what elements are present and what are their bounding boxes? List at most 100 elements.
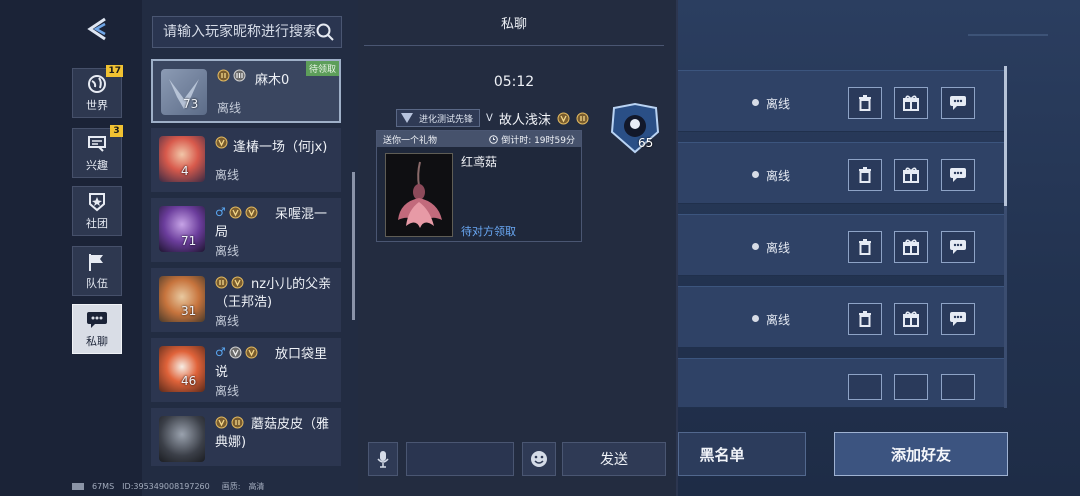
gift-icon — [903, 239, 919, 255]
friend-row[interactable]: 蘑菇皮皮（雅典娜) — [151, 408, 341, 466]
offline-dot-icon — [752, 243, 759, 250]
offline-dot-icon — [752, 99, 759, 106]
friend-row[interactable]: 71 ♂ 呆喔混一局 离线 — [151, 198, 341, 262]
title-badge-icon — [401, 113, 413, 123]
gift-button[interactable] — [894, 87, 928, 119]
friend-name: 逢椿一场（何jx) — [233, 140, 328, 155]
sender-avatar[interactable] — [608, 102, 662, 154]
gift-button[interactable] — [894, 159, 928, 191]
nav-interest-label: 兴趣 — [86, 158, 108, 172]
message-button[interactable] — [941, 87, 975, 119]
chat-bubble-icon — [950, 312, 966, 326]
send-button[interactable]: 发送 — [562, 442, 666, 476]
delete-button[interactable] — [848, 159, 882, 191]
message-button[interactable] — [941, 374, 975, 400]
friend-name: 麻木0 — [255, 73, 290, 88]
blacklist-button[interactable]: 黑名单 — [678, 432, 806, 476]
gift-icon — [903, 311, 919, 327]
nav-private-chat-label: 私聊 — [86, 334, 108, 348]
trash-icon — [859, 95, 871, 111]
delete-button[interactable] — [848, 231, 882, 263]
offline-dot-icon — [752, 171, 759, 178]
rank-badge-icon — [215, 136, 228, 149]
gift-claim-status[interactable]: 待对方领取 — [461, 223, 516, 239]
nav-world-label: 世界 — [86, 98, 108, 112]
trash-icon — [859, 311, 871, 327]
nav-interest-badge: 3 — [110, 125, 123, 137]
right-list-scrollbar[interactable] — [1004, 66, 1007, 206]
emoji-button[interactable] — [522, 442, 556, 476]
status-footer: 67MS ID:395349008197260 画质: 高清 — [72, 479, 264, 493]
gift-button[interactable] — [894, 231, 928, 263]
gift-message-card[interactable]: 送你一个礼物 倒计时: 19时59分 红鸢菇 待对方领取 — [376, 130, 582, 242]
gift-icon — [903, 167, 919, 183]
sender-level: 65 — [638, 136, 654, 150]
friend-status: 离线 — [215, 168, 240, 182]
gift-icon — [903, 95, 919, 111]
nav-world-badge: 17 — [106, 65, 123, 77]
gift-button[interactable] — [894, 374, 928, 400]
row-status: 离线 — [766, 241, 791, 255]
delete-button[interactable] — [848, 87, 882, 119]
player-id: ID:395349008197260 — [122, 481, 210, 491]
friend-row[interactable]: 31 nz小儿的父亲（王邦浩) 离线 — [151, 268, 341, 332]
search-box[interactable] — [152, 16, 342, 48]
sender-title-label: 进化测试先锋 — [419, 114, 474, 125]
globe-icon — [86, 74, 108, 94]
back-arrow-icon — [87, 17, 106, 41]
search-input[interactable] — [163, 24, 315, 40]
gift-countdown-text: 倒计时: 19时59分 — [501, 135, 575, 146]
gift-button[interactable] — [894, 303, 928, 335]
interest-icon — [86, 134, 108, 154]
friend-row[interactable]: 46 ♂ 放口袋里说 离线 — [151, 338, 341, 402]
friend-name: 呆喔混一局 — [215, 207, 328, 240]
message-input[interactable] — [406, 442, 514, 476]
quality-value: 高清 — [248, 481, 265, 491]
row-status: 离线 — [766, 169, 791, 183]
friend-row[interactable]: 4 逢椿一场（何jx) 离线 — [151, 128, 341, 192]
signal-icon — [72, 482, 84, 490]
delete-button[interactable] — [848, 303, 882, 335]
friend-level: 4 — [181, 164, 189, 178]
chat-bubble-icon — [950, 240, 966, 254]
clock-icon — [489, 134, 498, 144]
rank-badge-icon — [217, 69, 230, 82]
tier-badge-icon — [233, 69, 246, 82]
gift-countdown: 倒计时: 19时59分 — [489, 133, 575, 146]
message-button[interactable] — [941, 159, 975, 191]
voice-button[interactable] — [368, 442, 398, 476]
back-button[interactable] — [80, 12, 116, 46]
friend-level: 31 — [181, 304, 197, 318]
friend-level: 71 — [181, 234, 197, 248]
message-sender: 进化测试先锋 ᐯ 故人浅沫 — [396, 108, 589, 128]
trash-icon — [859, 239, 871, 255]
nav-team-label: 队伍 — [86, 276, 108, 290]
gift-header-label: 送你一个礼物 — [383, 135, 438, 146]
offline-dot-icon — [752, 315, 759, 322]
add-friend-button[interactable]: 添加好友 — [834, 432, 1008, 476]
sender-name: 故人浅沫 — [498, 112, 551, 128]
friend-avatar — [159, 416, 205, 462]
chevron-down-icon: ᐯ — [486, 112, 493, 124]
delete-button[interactable] — [848, 374, 882, 400]
chat-bubble-icon — [86, 310, 108, 330]
rank-badge-icon — [557, 112, 570, 124]
nav-club[interactable]: 社团 — [72, 186, 122, 236]
gift-header: 送你一个礼物 倒计时: 19时59分 — [377, 131, 581, 147]
tier-badge-icon — [576, 112, 589, 124]
quality-label: 画质: — [221, 481, 241, 491]
sender-title-tag: 进化测试先锋 — [396, 109, 481, 127]
row-status: 离线 — [766, 97, 791, 111]
friend-row[interactable]: 73 麻木0 离线 待领取 — [151, 59, 341, 123]
microphone-icon — [377, 451, 389, 468]
search-icon[interactable] — [315, 22, 335, 42]
friend-list-scrollbar[interactable] — [352, 172, 355, 320]
friend-level: 46 — [181, 374, 197, 388]
nav-team[interactable]: 队伍 — [72, 246, 122, 296]
chat-bubble-icon — [950, 168, 966, 182]
nav-world[interactable]: 世界 17 — [72, 65, 123, 118]
nav-private-chat[interactable]: 私聊 — [72, 304, 122, 354]
message-button[interactable] — [941, 231, 975, 263]
message-button[interactable] — [941, 303, 975, 335]
nav-interest[interactable]: 兴趣 3 — [72, 125, 123, 178]
